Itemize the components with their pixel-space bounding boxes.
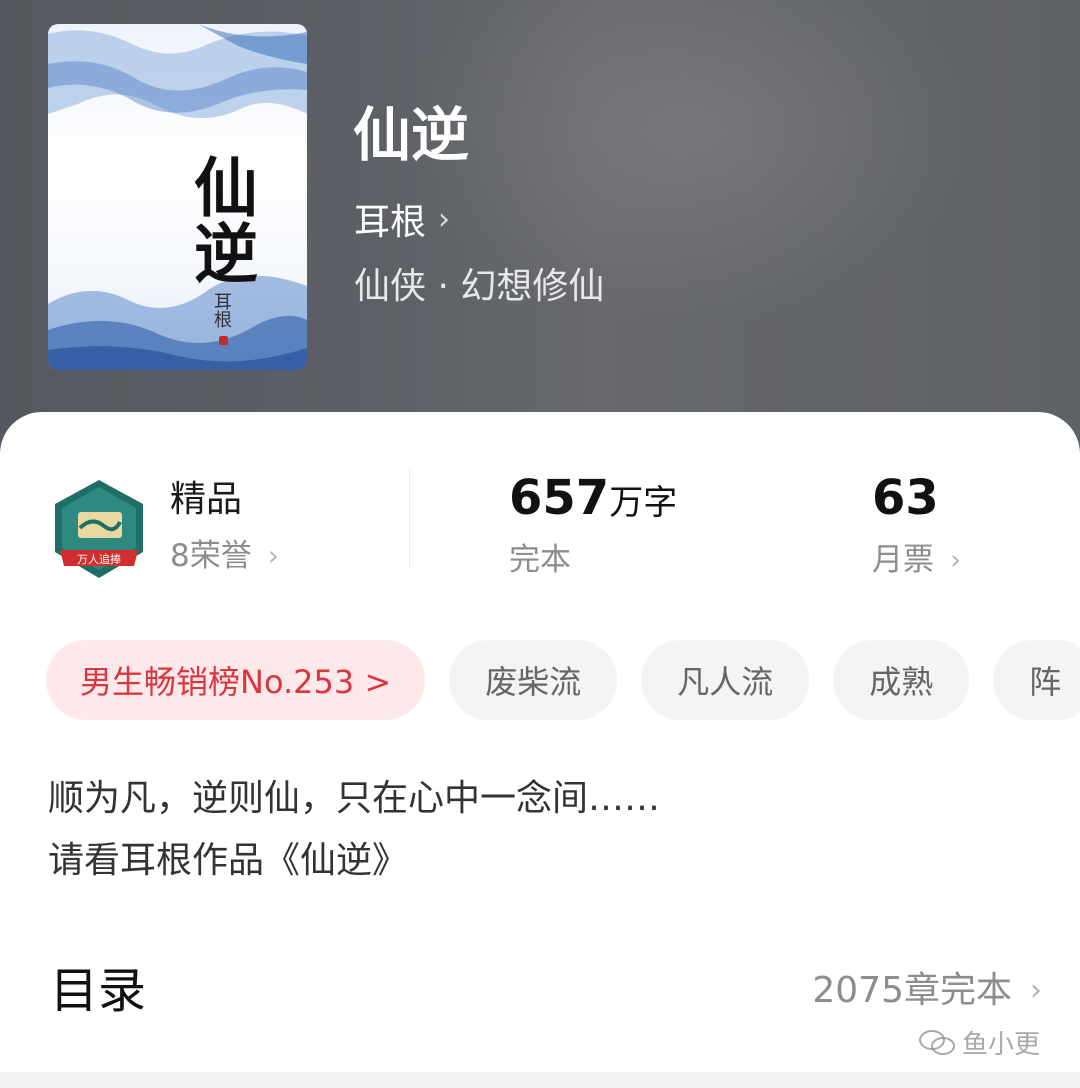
ranking-tag[interactable]: 男生畅销榜No.253 > — [46, 640, 426, 720]
chevron-right-icon: › — [1030, 973, 1042, 1008]
honor-link[interactable]: 8荣誉 › — [170, 536, 279, 576]
chevron-right-icon: › — [438, 201, 451, 237]
book-genre: 仙侠 · 幻想修仙 — [354, 266, 605, 307]
honor-badge-icon[interactable]: 万人追捧 — [50, 478, 148, 582]
monthly-ticket-link[interactable]: 月票 › — [872, 540, 961, 580]
toc-link[interactable]: 2075章完本 › — [812, 966, 1042, 1016]
intro-line: 请看耳根作品《仙逆》 — [48, 840, 409, 881]
wechat-icon — [919, 1029, 955, 1055]
book-header: 仙逆 耳根 仙逆 耳根 › 仙侠 · 幻想修仙 — [0, 0, 1080, 460]
book-title: 仙逆 — [353, 101, 470, 169]
honor-title: 精品 — [170, 479, 243, 520]
cover-title: 仙逆 — [183, 154, 258, 286]
cover-seal — [219, 336, 228, 345]
watermark: 鱼小更 — [918, 1024, 1040, 1061]
tag-item[interactable]: 凡人流 — [641, 640, 810, 720]
cover-author: 耳根 — [211, 292, 232, 328]
book-cover[interactable]: 仙逆 耳根 — [48, 24, 307, 370]
tag-list: 男生畅销榜No.253 > 废柴流 凡人流 成熟 阵 — [46, 640, 1080, 720]
word-count: 657万字 — [509, 468, 677, 539]
completion-status-text: 完本 — [509, 542, 571, 578]
watermark-text: 鱼小更 — [962, 1030, 1041, 1060]
book-intro[interactable]: 顺为凡，逆则仙，只在心中一念间…… 请看耳根作品《仙逆》 — [48, 768, 660, 892]
word-count-unit: 万字 — [609, 483, 678, 523]
monthly-ticket-count: 63 — [872, 468, 939, 539]
author-name: 耳根 — [354, 202, 427, 243]
tag-item[interactable]: 阵 — [993, 640, 1080, 720]
toc-title: 目录 — [50, 963, 147, 1019]
author-link[interactable]: 耳根 › — [354, 196, 451, 244]
stats-divider — [409, 468, 410, 568]
badge-text: 万人追捧 — [77, 552, 121, 566]
completion-status: 完本 — [509, 540, 571, 580]
monthly-ticket-label: 月票 — [872, 542, 934, 578]
toc-status: 2075章完本 — [812, 970, 1012, 1011]
monthly-ticket-number: 63 — [872, 470, 939, 526]
honor-count: 8荣誉 — [170, 538, 252, 574]
honor-badge-graphic: 万人追捧 — [55, 480, 143, 578]
chevron-right-icon: › — [950, 543, 962, 576]
word-count-number: 657 — [509, 470, 610, 526]
intro-line: 顺为凡，逆则仙，只在心中一念间…… — [48, 778, 661, 819]
chevron-right-icon: › — [267, 539, 279, 572]
tag-item[interactable]: 成熟 — [833, 640, 970, 720]
tag-item[interactable]: 废柴流 — [449, 640, 618, 720]
bottom-bar — [0, 1072, 1080, 1088]
